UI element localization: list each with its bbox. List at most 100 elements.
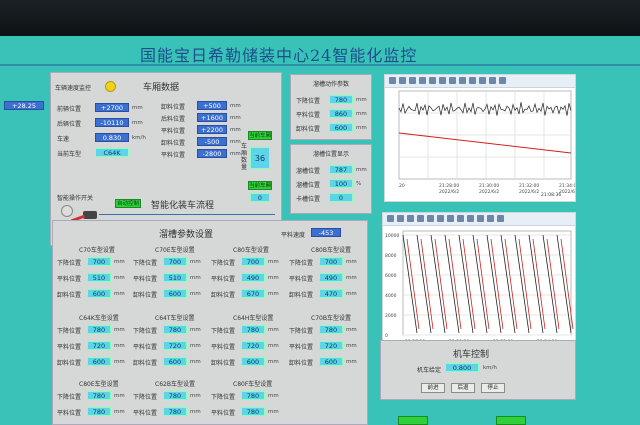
group-row-unit: mm [114, 291, 125, 297]
group-row-unit: mm [114, 409, 125, 415]
loco-forward-button[interactable]: 前进 [421, 383, 445, 393]
flow-header: 智能化装车流程 [151, 201, 215, 211]
carriage-mid-value: +1600 [197, 113, 227, 122]
toolbar-icon[interactable] [407, 215, 414, 222]
loco-stop-button[interactable]: 停止 [481, 383, 505, 393]
hopper-row-value: 0 [329, 193, 353, 202]
group-row-unit: mm [268, 393, 279, 399]
loco-header: 机车控制 [453, 350, 490, 360]
group-row-value[interactable]: 720 [87, 341, 111, 350]
group-row-value[interactable]: 490 [241, 273, 265, 282]
toolbar-icon[interactable] [489, 77, 496, 84]
group-row-unit: mm [268, 275, 279, 281]
loco-speed-value[interactable]: 0.800 [445, 363, 479, 372]
toolbar-icon[interactable] [457, 215, 464, 222]
bottom-green-button-2[interactable] [496, 416, 526, 425]
group-row-label: 平料位置 [133, 344, 158, 351]
group-row-value[interactable]: 780 [241, 325, 265, 334]
group-row-value[interactable]: 780 [87, 391, 111, 400]
toolbar-icon[interactable] [439, 77, 446, 84]
toolbar-icon[interactable] [437, 215, 444, 222]
status-lamp-yellow [105, 81, 116, 92]
flow-arrow [99, 214, 275, 215]
group-row-value[interactable]: 510 [87, 273, 111, 282]
group-row-value[interactable]: 600 [87, 357, 111, 366]
group-row-label: 卸料位置 [211, 360, 236, 367]
toolbar-icon[interactable] [497, 215, 504, 222]
carriage-row-label: 车速 [57, 136, 70, 143]
group-row-value[interactable]: 600 [163, 289, 187, 298]
group-row-value[interactable]: 780 [241, 407, 265, 416]
group-row-unit: mm [346, 343, 357, 349]
group-row-value[interactable]: 720 [163, 341, 187, 350]
toolbar-icon[interactable] [467, 215, 474, 222]
group-row-value[interactable]: 780 [241, 391, 265, 400]
group-row-value[interactable]: 720 [319, 341, 343, 350]
group-row-value[interactable]: 780 [163, 325, 187, 334]
carriage-mid-value: -2800 [197, 149, 227, 158]
group-row-value[interactable]: 600 [319, 357, 343, 366]
group-title: C64T车型设置 [155, 315, 195, 322]
carriage-mid-unit: mm [230, 115, 241, 121]
toolbar-icon[interactable] [399, 77, 406, 84]
toolbar-icon[interactable] [397, 215, 404, 222]
toolbar-icon[interactable] [447, 215, 454, 222]
toolbar-icon[interactable] [479, 77, 486, 84]
toolbar-icon[interactable] [459, 77, 466, 84]
group-row-value[interactable]: 700 [163, 257, 187, 266]
trend-chart-1[interactable]: 20 21:28:00 2022/6/2 21:30:00 2022/6/2 21:32:… [384, 74, 576, 202]
y-tick-label: 6000 [385, 273, 397, 279]
group-row-value[interactable]: 700 [87, 257, 111, 266]
group-row-label: 卸料位置 [57, 360, 82, 367]
group-row-value[interactable]: 700 [319, 257, 343, 266]
group-row-value[interactable]: 490 [319, 273, 343, 282]
group-row-value[interactable]: 780 [163, 391, 187, 400]
group-row-value[interactable]: 780 [163, 407, 187, 416]
group-row-unit: mm [114, 393, 125, 399]
toolbar-icon[interactable] [409, 77, 416, 84]
toolbar-icon[interactable] [499, 77, 506, 84]
current-car-button[interactable]: 当前车厢 [248, 131, 272, 140]
carriage-mid-value: -500 [197, 137, 227, 146]
toolbar-icon[interactable] [389, 77, 396, 84]
group-row-label: 平料位置 [211, 410, 236, 417]
current-car-button-2[interactable]: 当前车厢 [248, 181, 272, 190]
group-row-value[interactable]: 700 [241, 257, 265, 266]
toolbar-icon[interactable] [429, 77, 436, 84]
group-row-value[interactable]: 600 [87, 289, 111, 298]
trend-chart-1-plot: 20 21:28:002022/6/221:30:002022/6/221:32:… [398, 90, 575, 195]
plot-area [402, 230, 572, 336]
group-row-value[interactable]: 470 [319, 289, 343, 298]
hopper-state-header: 溜槽位置显示 [313, 151, 350, 158]
hopper-params-header: 溜槽动作参数 [313, 81, 350, 88]
toolbar-icon[interactable] [427, 215, 434, 222]
toolbar-icon[interactable] [487, 215, 494, 222]
group-row-label: 平料位置 [57, 410, 82, 417]
bottom-green-button-1[interactable] [398, 416, 428, 425]
group-row-value[interactable]: 780 [87, 407, 111, 416]
toolbar-icon[interactable] [449, 77, 456, 84]
level-speed-value[interactable]: -453 [311, 228, 341, 237]
toolbar-icon[interactable] [419, 77, 426, 84]
toolbar-icon[interactable] [469, 77, 476, 84]
loco-backward-button[interactable]: 后退 [451, 383, 475, 393]
page-title: 国能宝日希勒储装中心24智能化监控 [140, 46, 418, 65]
toolbar-icon[interactable] [417, 215, 424, 222]
group-row-value[interactable]: 510 [163, 273, 187, 282]
group-row-label: 卸料位置 [57, 292, 82, 299]
group-row-unit: mm [346, 359, 357, 365]
toolbar-icon[interactable] [387, 215, 394, 222]
auto-control-button[interactable]: 自动控制 [115, 199, 141, 208]
group-row-label: 卸料位置 [289, 360, 314, 367]
group-row-value[interactable]: 670 [241, 289, 265, 298]
group-row-unit: mm [346, 275, 357, 281]
y-tick-label: 0 [385, 333, 388, 339]
group-row-value[interactable]: 780 [319, 325, 343, 334]
carriage-mid-label: 平料位置 [161, 152, 186, 159]
group-row-value[interactable]: 600 [163, 357, 187, 366]
toolbar-icon[interactable] [477, 215, 484, 222]
group-row-value[interactable]: 600 [241, 357, 265, 366]
group-row-value[interactable]: 780 [87, 325, 111, 334]
group-row-unit: mm [190, 343, 201, 349]
group-row-value[interactable]: 720 [241, 341, 265, 350]
